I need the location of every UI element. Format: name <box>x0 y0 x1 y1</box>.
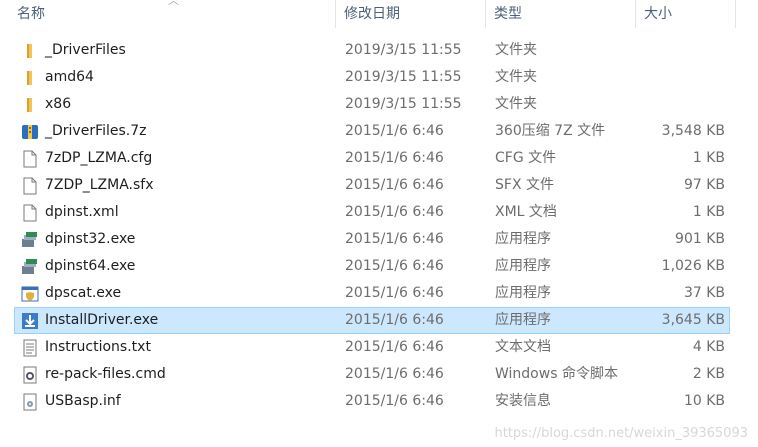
file-row[interactable]: Instructions.txt 2015/1/6 6:46 文本文档 4 KB <box>14 334 730 361</box>
gear-file-icon <box>21 366 39 384</box>
file-size: 1 KB <box>692 150 725 166</box>
download-exe-icon <box>21 312 39 330</box>
file-modified-date: 2015/1/6 6:46 <box>345 204 444 220</box>
file-type: SFX 文件 <box>495 177 554 193</box>
installer-icon <box>21 231 39 249</box>
file-row[interactable]: x86 2019/3/15 11:55 文件夹 <box>14 91 730 118</box>
file-name: x86 <box>45 96 72 112</box>
file-modified-date: 2015/1/6 6:46 <box>345 285 444 301</box>
file-type: 文本文档 <box>495 339 551 355</box>
file-row[interactable]: 7ZDP_LZMA.sfx 2015/1/6 6:46 SFX 文件 97 KB <box>14 172 730 199</box>
file-size: 4 KB <box>692 339 725 355</box>
text-file-icon <box>21 339 39 357</box>
file-type: 360压缩 7Z 文件 <box>495 123 606 139</box>
shield-exe-icon <box>21 285 39 303</box>
column-header-bar: ︿ 名称 修改日期 类型 大小 <box>0 0 758 28</box>
file-modified-date: 2015/1/6 6:46 <box>345 177 444 193</box>
file-size: 97 KB <box>683 177 725 193</box>
file-row[interactable]: InstallDriver.exe 2015/1/6 6:46 应用程序 3,645 … <box>14 307 730 334</box>
file-icon <box>21 177 39 195</box>
file-modified-date: 2015/1/6 6:46 <box>345 393 444 409</box>
column-header-size[interactable]: 大小 <box>636 0 736 28</box>
file-size: 3,645 KB <box>661 312 725 328</box>
file-type: CFG 文件 <box>495 150 557 166</box>
settings-file-icon <box>21 393 39 411</box>
file-type: 文件夹 <box>495 96 537 112</box>
file-type: 应用程序 <box>495 231 551 247</box>
file-modified-date: 2015/1/6 6:46 <box>345 366 444 382</box>
file-row[interactable]: dpscat.exe 2015/1/6 6:46 应用程序 37 KB <box>14 280 730 307</box>
file-name: _DriverFiles <box>45 42 126 58</box>
file-size: 2 KB <box>692 366 725 382</box>
file-row[interactable]: _DriverFiles 2019/3/15 11:55 文件夹 <box>14 37 730 64</box>
watermark: https://blog.csdn.net/weixin_39365093 <box>494 426 748 441</box>
file-row[interactable]: USBasp.inf 2015/1/6 6:46 安装信息 10 KB <box>14 388 730 415</box>
file-row[interactable]: _DriverFiles.7z 2015/1/6 6:46 360压缩 7Z 文件 3… <box>14 118 730 145</box>
file-row[interactable]: dpinst32.exe 2015/1/6 6:46 应用程序 901 KB <box>14 226 730 253</box>
folder-icon <box>21 42 39 60</box>
file-name: USBasp.inf <box>45 393 121 409</box>
file-size: 1,026 KB <box>661 258 725 274</box>
file-size: 3,548 KB <box>661 123 725 139</box>
file-name: amd64 <box>45 69 94 85</box>
file-name: _DriverFiles.7z <box>45 123 147 139</box>
column-header-type[interactable]: 类型 <box>486 0 636 28</box>
column-header-date[interactable]: 修改日期 <box>336 0 486 28</box>
file-modified-date: 2015/1/6 6:46 <box>345 312 444 328</box>
column-header-name[interactable]: 名称 <box>12 0 336 28</box>
file-modified-date: 2015/1/6 6:46 <box>345 339 444 355</box>
file-type: 文件夹 <box>495 42 537 58</box>
file-name: InstallDriver.exe <box>45 312 159 328</box>
file-name: Instructions.txt <box>45 339 151 355</box>
archive-icon <box>21 123 39 141</box>
file-modified-date: 2015/1/6 6:46 <box>345 150 444 166</box>
file-name: 7zDP_LZMA.cfg <box>45 150 153 166</box>
file-size: 901 KB <box>675 231 725 247</box>
file-modified-date: 2015/1/6 6:46 <box>345 123 444 139</box>
folder-icon <box>21 96 39 114</box>
file-type: 文件夹 <box>495 69 537 85</box>
installer-icon <box>21 258 39 276</box>
file-modified-date: 2019/3/15 11:55 <box>345 96 462 112</box>
file-modified-date: 2015/1/6 6:46 <box>345 258 444 274</box>
file-modified-date: 2015/1/6 6:46 <box>345 231 444 247</box>
file-row[interactable]: 7zDP_LZMA.cfg 2015/1/6 6:46 CFG 文件 1 KB <box>14 145 730 172</box>
file-row[interactable]: dpinst.xml 2015/1/6 6:46 XML 文档 1 KB <box>14 199 730 226</box>
file-size: 37 KB <box>683 285 725 301</box>
file-size: 10 KB <box>683 393 725 409</box>
file-type: 安装信息 <box>495 393 551 409</box>
file-type: 应用程序 <box>495 312 551 328</box>
file-icon <box>21 204 39 222</box>
file-type: 应用程序 <box>495 258 551 274</box>
file-name: re-pack-files.cmd <box>45 366 166 382</box>
file-row[interactable]: amd64 2019/3/15 11:55 文件夹 <box>14 64 730 91</box>
file-name: dpinst32.exe <box>45 231 136 247</box>
file-type: 应用程序 <box>495 285 551 301</box>
file-name: dpscat.exe <box>45 285 122 301</box>
file-type: Windows 命令脚本 <box>495 366 618 382</box>
folder-icon <box>21 69 39 87</box>
file-type: XML 文档 <box>495 204 557 220</box>
file-icon <box>21 150 39 168</box>
file-name: 7ZDP_LZMA.sfx <box>45 177 154 193</box>
file-size: 1 KB <box>692 204 725 220</box>
file-modified-date: 2019/3/15 11:55 <box>345 69 462 85</box>
file-row[interactable]: dpinst64.exe 2015/1/6 6:46 应用程序 1,026 KB <box>14 253 730 280</box>
file-row[interactable]: re-pack-files.cmd 2015/1/6 6:46 Windows 命令… <box>14 361 730 388</box>
file-name: dpinst64.exe <box>45 258 136 274</box>
file-modified-date: 2019/3/15 11:55 <box>345 42 462 58</box>
file-name: dpinst.xml <box>45 204 119 220</box>
